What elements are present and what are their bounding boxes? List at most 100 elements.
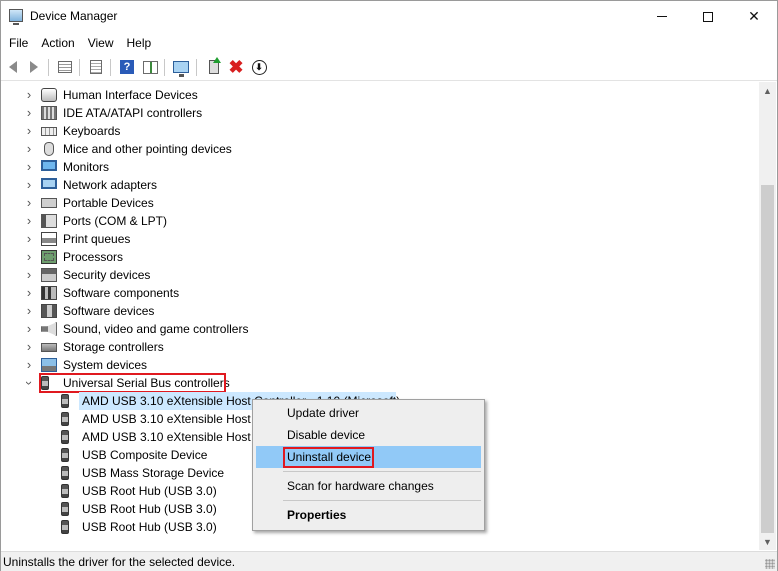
- menu-update-driver[interactable]: Update driver: [256, 402, 481, 424]
- tree-item-processors[interactable]: › Processors: [1, 248, 421, 266]
- usb-icon: [61, 484, 69, 498]
- window-title: Device Manager: [30, 9, 118, 23]
- usb-icon: [61, 466, 69, 480]
- menu-scan-hardware[interactable]: Scan for hardware changes: [256, 475, 481, 497]
- chevron-right-icon[interactable]: ›: [23, 266, 35, 284]
- tree-item-label: USB Root Hub (USB 3.0): [82, 484, 217, 498]
- title-bar: Device Manager ✕: [1, 1, 777, 32]
- menu-action[interactable]: Action: [36, 33, 79, 53]
- vertical-scrollbar[interactable]: ▲ ▼: [759, 82, 776, 550]
- chevron-right-icon[interactable]: ›: [23, 140, 35, 158]
- tree-item-amd-usb[interactable]: AMD USB 3.10 eXtensible Host C: [61, 410, 251, 428]
- chevron-right-icon[interactable]: ›: [23, 302, 35, 320]
- menu-separator: [283, 500, 481, 501]
- tree-item-usb-root-hub[interactable]: USB Root Hub (USB 3.0): [61, 482, 251, 500]
- tree-item-ports[interactable]: › Ports (COM & LPT): [1, 212, 421, 230]
- menu-view[interactable]: View: [83, 33, 119, 53]
- tree-item-label: USB Mass Storage Device: [82, 466, 225, 480]
- tree-item-label: IDE ATA/ATAPI controllers: [63, 106, 203, 120]
- mouse-icon: [44, 142, 54, 156]
- tree-item-usb-composite[interactable]: USB Composite Device: [61, 446, 251, 464]
- security-icon: [41, 268, 57, 282]
- tree-item-amd-usb[interactable]: AMD USB 3.10 eXtensible Host C: [61, 428, 251, 446]
- menu-properties[interactable]: Properties: [256, 504, 481, 526]
- tree-item-monitors[interactable]: › Monitors: [1, 158, 421, 176]
- update-driver-button[interactable]: [205, 57, 223, 76]
- tree-item-usb-root-hub[interactable]: USB Root Hub (USB 3.0): [61, 518, 251, 536]
- minimize-button[interactable]: [639, 1, 685, 32]
- monitor-icon: [41, 160, 57, 171]
- system-icon: [41, 358, 57, 372]
- scan-hardware-button[interactable]: [172, 58, 190, 77]
- forward-button[interactable]: [25, 58, 43, 76]
- scroll-down-button[interactable]: ▼: [759, 533, 776, 550]
- chevron-right-icon[interactable]: ›: [23, 194, 35, 212]
- device-manager-icon: [9, 9, 23, 25]
- help-button[interactable]: ?: [118, 58, 136, 76]
- back-button[interactable]: [4, 58, 22, 76]
- menu-separator: [283, 471, 481, 472]
- tree-item-label: AMD USB 3.10 eXtensible Host C: [82, 412, 251, 426]
- tree-item-label: Human Interface Devices: [63, 88, 198, 102]
- tree-item-software-components[interactable]: › Software components: [1, 284, 421, 302]
- scroll-up-button[interactable]: ▲: [759, 82, 776, 99]
- tree-item-label: AMD USB 3.10 eXtensible Host C: [82, 430, 251, 444]
- tree-item-label: Security devices: [63, 268, 151, 282]
- tree-item-network-adapters[interactable]: › Network adapters: [1, 176, 421, 194]
- chevron-right-icon[interactable]: ›: [23, 284, 35, 302]
- menu-file[interactable]: File: [4, 33, 33, 53]
- usb-icon: [61, 430, 69, 444]
- chevron-right-icon[interactable]: ›: [23, 122, 35, 140]
- tree-item-sound[interactable]: › Sound, video and game controllers: [1, 320, 421, 338]
- chevron-right-icon[interactable]: ›: [23, 158, 35, 176]
- chevron-right-icon[interactable]: ›: [23, 212, 35, 230]
- disable-device-button[interactable]: ⬇: [250, 58, 268, 76]
- tree-item-usb-root-hub[interactable]: USB Root Hub (USB 3.0): [61, 500, 251, 518]
- tree-item-system-devices[interactable]: › System devices: [1, 356, 421, 374]
- sound-icon: [41, 322, 57, 336]
- menu-help[interactable]: Help: [122, 33, 157, 53]
- back-icon: [9, 61, 17, 73]
- help-icon: ?: [120, 60, 134, 74]
- close-button[interactable]: ✕: [731, 1, 777, 32]
- maximize-icon: [703, 11, 713, 22]
- chevron-right-icon[interactable]: ›: [23, 104, 35, 122]
- action-pane-button[interactable]: [141, 58, 159, 76]
- status-text: Uninstalls the driver for the selected d…: [3, 555, 236, 569]
- portable-icon: [41, 198, 57, 208]
- chevron-right-icon[interactable]: ›: [23, 356, 35, 374]
- chevron-right-icon[interactable]: ›: [23, 230, 35, 248]
- tree-item-storage-controllers[interactable]: › Storage controllers: [1, 338, 421, 356]
- tree-item-mice[interactable]: › Mice and other pointing devices: [1, 140, 421, 158]
- resize-grip-icon[interactable]: [765, 559, 775, 569]
- tree-item-human-interface-devices[interactable]: › Human Interface Devices: [1, 86, 421, 104]
- properties-button[interactable]: [87, 58, 105, 76]
- tree-item-usb-mass-storage[interactable]: USB Mass Storage Device: [61, 464, 251, 482]
- chevron-right-icon[interactable]: ›: [23, 338, 35, 356]
- chevron-right-icon[interactable]: ›: [23, 86, 35, 104]
- menu-disable-device[interactable]: Disable device: [256, 424, 481, 446]
- tree-item-portable-devices[interactable]: › Portable Devices: [1, 194, 421, 212]
- network-icon: [41, 178, 57, 189]
- chevron-down-icon[interactable]: ›: [20, 377, 38, 389]
- tree-item-keyboards[interactable]: › Keyboards: [1, 122, 421, 140]
- properties-icon: [90, 60, 102, 74]
- scrollbar-thumb[interactable]: [761, 185, 774, 533]
- usb-icon: [61, 502, 69, 516]
- tree-item-software-devices[interactable]: › Software devices: [1, 302, 421, 320]
- uninstall-button[interactable]: ✖: [227, 58, 245, 76]
- show-hide-tree-button[interactable]: [56, 58, 74, 76]
- tree-item-label: Processors: [63, 250, 124, 264]
- toolbar-separator: [196, 59, 197, 76]
- chevron-right-icon[interactable]: ›: [23, 176, 35, 194]
- printer-icon: [41, 232, 57, 246]
- hid-icon: [41, 88, 57, 102]
- chevron-right-icon[interactable]: ›: [23, 320, 35, 338]
- keyboard-icon: [41, 127, 57, 136]
- chevron-right-icon[interactable]: ›: [23, 248, 35, 266]
- tree-item-security-devices[interactable]: › Security devices: [1, 266, 421, 284]
- tree-item-print-queues[interactable]: › Print queues: [1, 230, 421, 248]
- software-device-icon: [41, 304, 57, 318]
- maximize-button[interactable]: [685, 1, 731, 32]
- tree-item-ide-controllers[interactable]: › IDE ATA/ATAPI controllers: [1, 104, 421, 122]
